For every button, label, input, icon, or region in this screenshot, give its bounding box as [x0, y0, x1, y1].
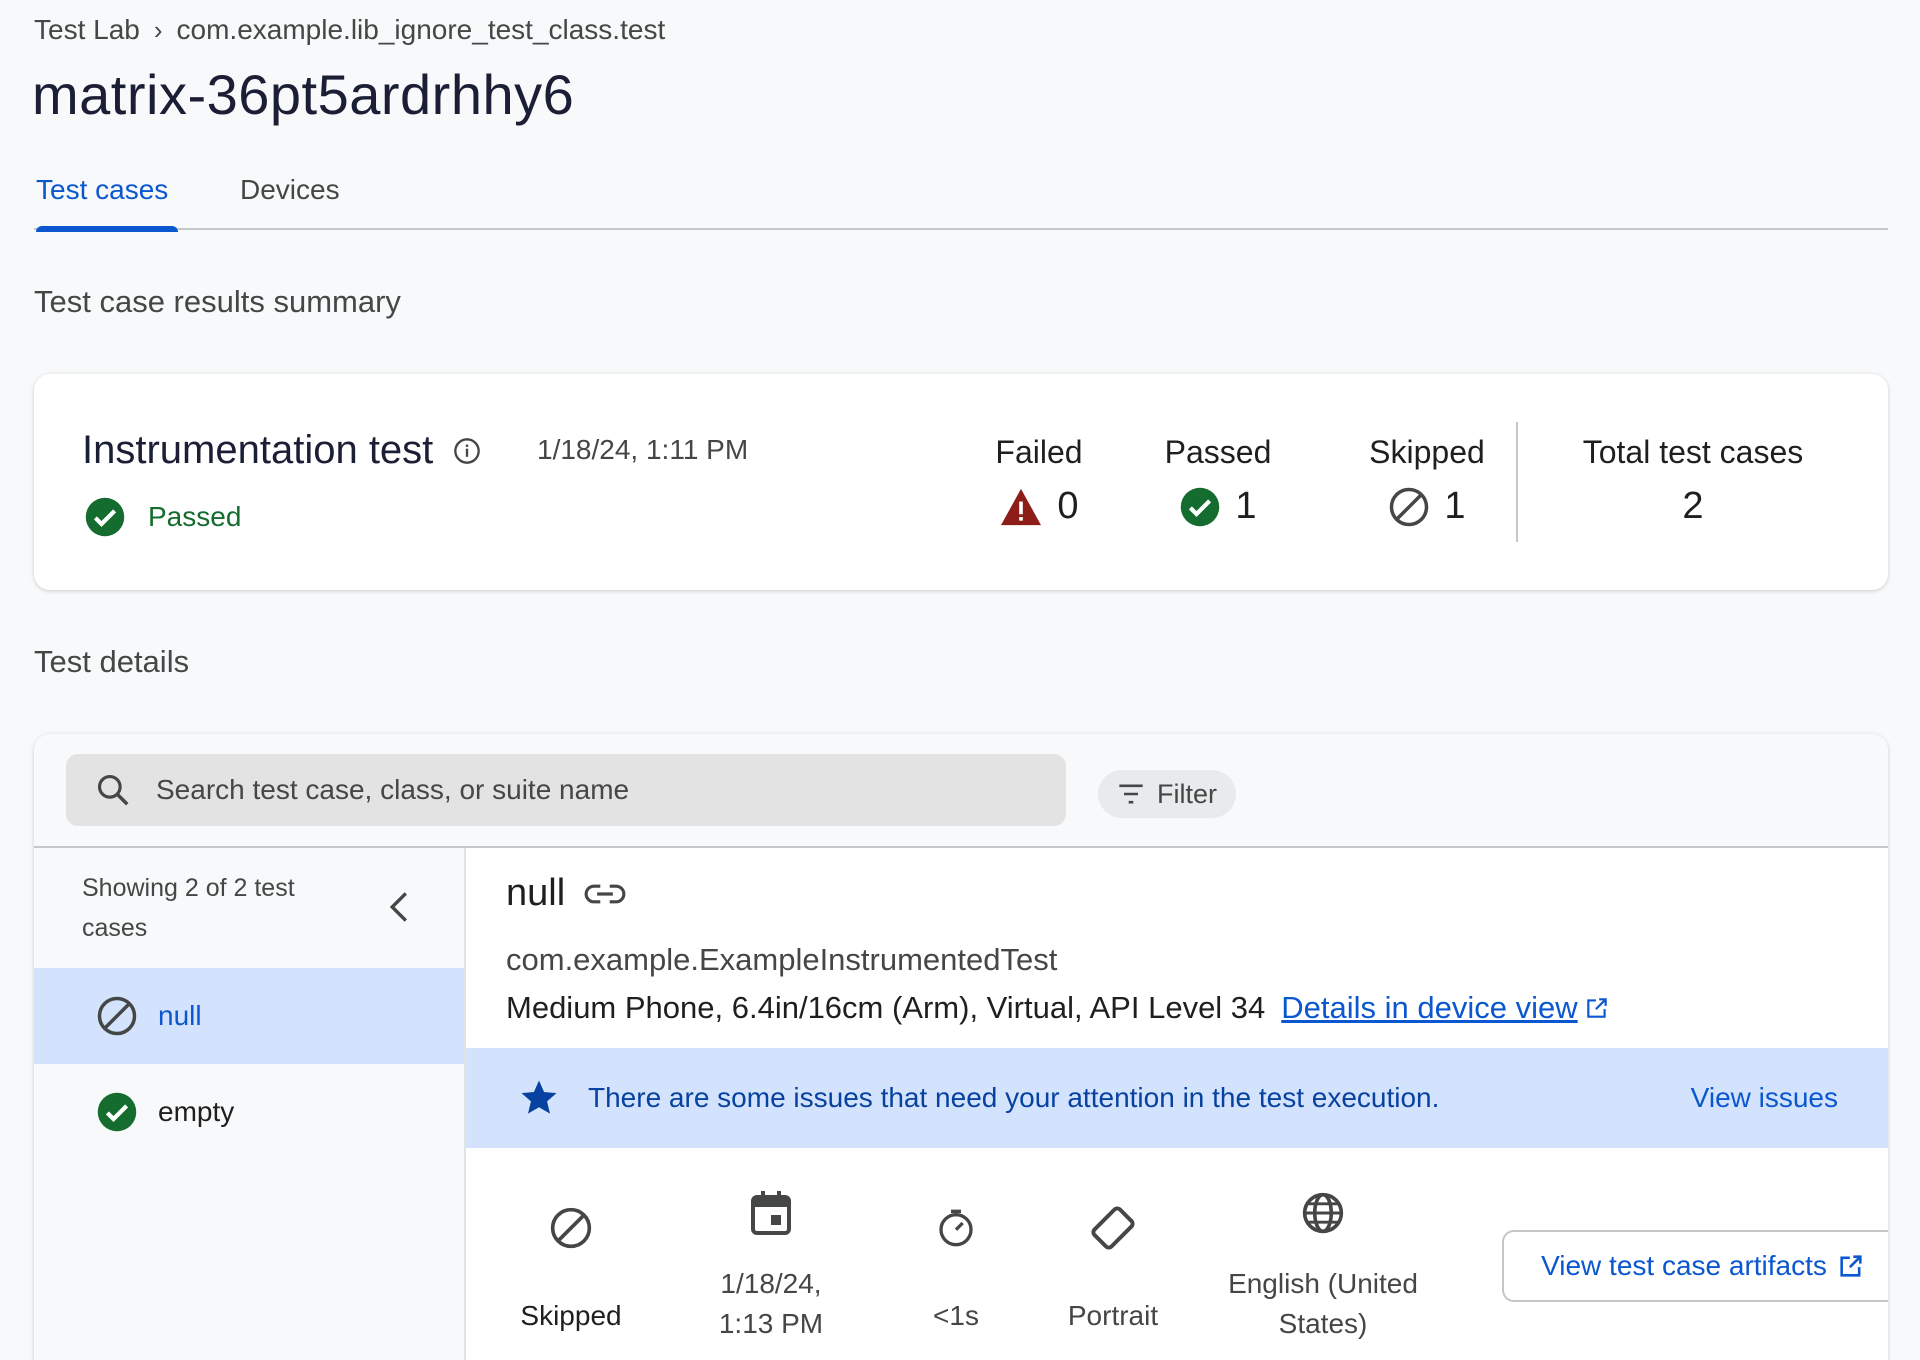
test-case-list: Showing 2 of 2 test cases null empty [34, 848, 466, 1360]
link-icon[interactable] [583, 880, 627, 908]
details-section-title: Test details [34, 644, 190, 679]
skipped-count: 1 [1444, 485, 1466, 527]
list-item[interactable]: empty [34, 1064, 464, 1160]
breadcrumb-separator: › [153, 14, 163, 45]
search-icon [97, 774, 129, 806]
showing-count: Showing 2 of 2 test cases [82, 874, 295, 942]
filter-button[interactable]: Filter [1098, 770, 1236, 818]
tab-devices[interactable]: Devices [240, 174, 340, 230]
block-icon [1390, 487, 1429, 526]
total-label: Total test cases [1582, 434, 1804, 470]
list-item-label: null [158, 1000, 202, 1031]
device-info: Medium Phone, 6.4in/16cm (Arm), Virtual,… [506, 990, 1610, 1026]
tab-test-cases-label: Test cases [36, 174, 169, 205]
failed-count: 0 [1057, 485, 1079, 527]
meta-locale-line1: English (United [1228, 1268, 1418, 1299]
test-details-card: Search test case, class, or suite name F… [34, 734, 1888, 1360]
view-issues-button[interactable]: View issues [1691, 1082, 1838, 1114]
info-icon[interactable] [453, 437, 481, 465]
view-artifacts-label: View test case artifacts [1541, 1250, 1827, 1281]
test-case-detail: null com.example.ExampleInstrumentedTest… [466, 848, 1888, 1360]
passed-count: 1 [1235, 485, 1257, 527]
issues-banner: There are some issues that need your att… [466, 1048, 1888, 1148]
block-icon [97, 996, 137, 1036]
open-in-new-icon [1840, 1255, 1862, 1277]
filter-label: Filter [1157, 778, 1217, 809]
meta-locale-line2: States) [1278, 1308, 1368, 1339]
device-description: Medium Phone, 6.4in/16cm (Arm), Virtual,… [506, 990, 1266, 1025]
run-status: Passed [84, 496, 241, 538]
test-type: Instrumentation test [82, 428, 481, 473]
meta-status: Skipped [496, 1188, 646, 1336]
timer-icon [939, 1209, 973, 1247]
breadcrumb-current: com.example.lib_ignore_test_class.test [176, 14, 666, 45]
active-tab-indicator [36, 226, 178, 232]
filter-icon [1119, 784, 1143, 804]
device-view-link[interactable]: Details in device view [1281, 990, 1609, 1026]
meta-date-line2: 1:13 PM [718, 1308, 824, 1339]
test-type-label: Instrumentation test [82, 428, 434, 472]
total-count: 2 [1682, 485, 1704, 527]
meta-duration-label: <1s [933, 1300, 979, 1331]
skipped-label: Skipped [1369, 434, 1485, 470]
block-icon [550, 1207, 592, 1249]
list-item[interactable]: null [34, 968, 464, 1064]
chevron-left-icon [389, 892, 408, 922]
divider [1516, 422, 1518, 542]
total-stat: Total test cases 2 [1560, 434, 1826, 528]
meta-duration: <1s [906, 1188, 1006, 1336]
details-toolbar: Search test case, class, or suite name F… [34, 734, 1888, 848]
meta-date-line1: 1/18/24, [720, 1268, 822, 1299]
breadcrumb: Test Lab › com.example.lib_ignore_test_c… [34, 14, 665, 46]
test-class: com.example.ExampleInstrumentedTest [506, 942, 1058, 977]
test-case-name: null [506, 872, 627, 915]
run-status-label: Passed [148, 501, 242, 532]
banner-message: There are some issues that need your att… [588, 1082, 1440, 1113]
open-in-new-icon [1586, 998, 1607, 1018]
calendar-icon [751, 1191, 791, 1235]
view-artifacts-button[interactable]: View test case artifacts [1502, 1230, 1888, 1302]
failed-label: Failed [995, 434, 1083, 470]
meta-date: 1/18/24, 1:13 PM [696, 1178, 846, 1344]
warning-icon [1001, 488, 1042, 525]
list-item-label: empty [158, 1096, 235, 1127]
tab-bar: Test cases Devices [34, 160, 1888, 232]
passed-stat: Passed 1 [1148, 434, 1288, 528]
page-title: matrix-36pt5ardrhhy6 [32, 63, 575, 126]
run-date: 1/18/24, 1:11 PM [537, 434, 749, 465]
check-circle-icon [97, 1092, 137, 1132]
search-field[interactable]: Search test case, class, or suite name [66, 754, 1066, 826]
globe-icon [1302, 1192, 1344, 1234]
skipped-stat: Skipped 1 [1352, 434, 1502, 528]
failed-stat: Failed 0 [964, 434, 1114, 528]
breadcrumb-root-link[interactable]: Test Lab [34, 14, 140, 46]
test-case-name-label: null [506, 872, 566, 914]
tab-devices-label: Devices [240, 174, 340, 205]
meta-orientation: Portrait [1038, 1188, 1188, 1336]
check-circle-icon [85, 497, 125, 537]
search-placeholder: Search test case, class, or suite name [156, 774, 630, 805]
check-circle-icon [1181, 487, 1220, 526]
device-view-link-label: Details in device view [1281, 990, 1578, 1025]
summary-section-title: Test case results summary [34, 284, 401, 319]
collapse-panel-button[interactable] [386, 890, 412, 929]
star-icon [521, 1080, 557, 1114]
passed-label: Passed [1164, 434, 1272, 470]
meta-locale: English (United States) [1208, 1178, 1438, 1344]
meta-orientation-label: Portrait [1067, 1300, 1159, 1331]
tab-test-cases[interactable]: Test cases [36, 174, 178, 232]
summary-card: Instrumentation test 1/18/24, 1:11 PM Pa… [34, 374, 1888, 590]
meta-status-label: Skipped [520, 1300, 622, 1331]
screen-rotation-icon [1091, 1206, 1135, 1250]
